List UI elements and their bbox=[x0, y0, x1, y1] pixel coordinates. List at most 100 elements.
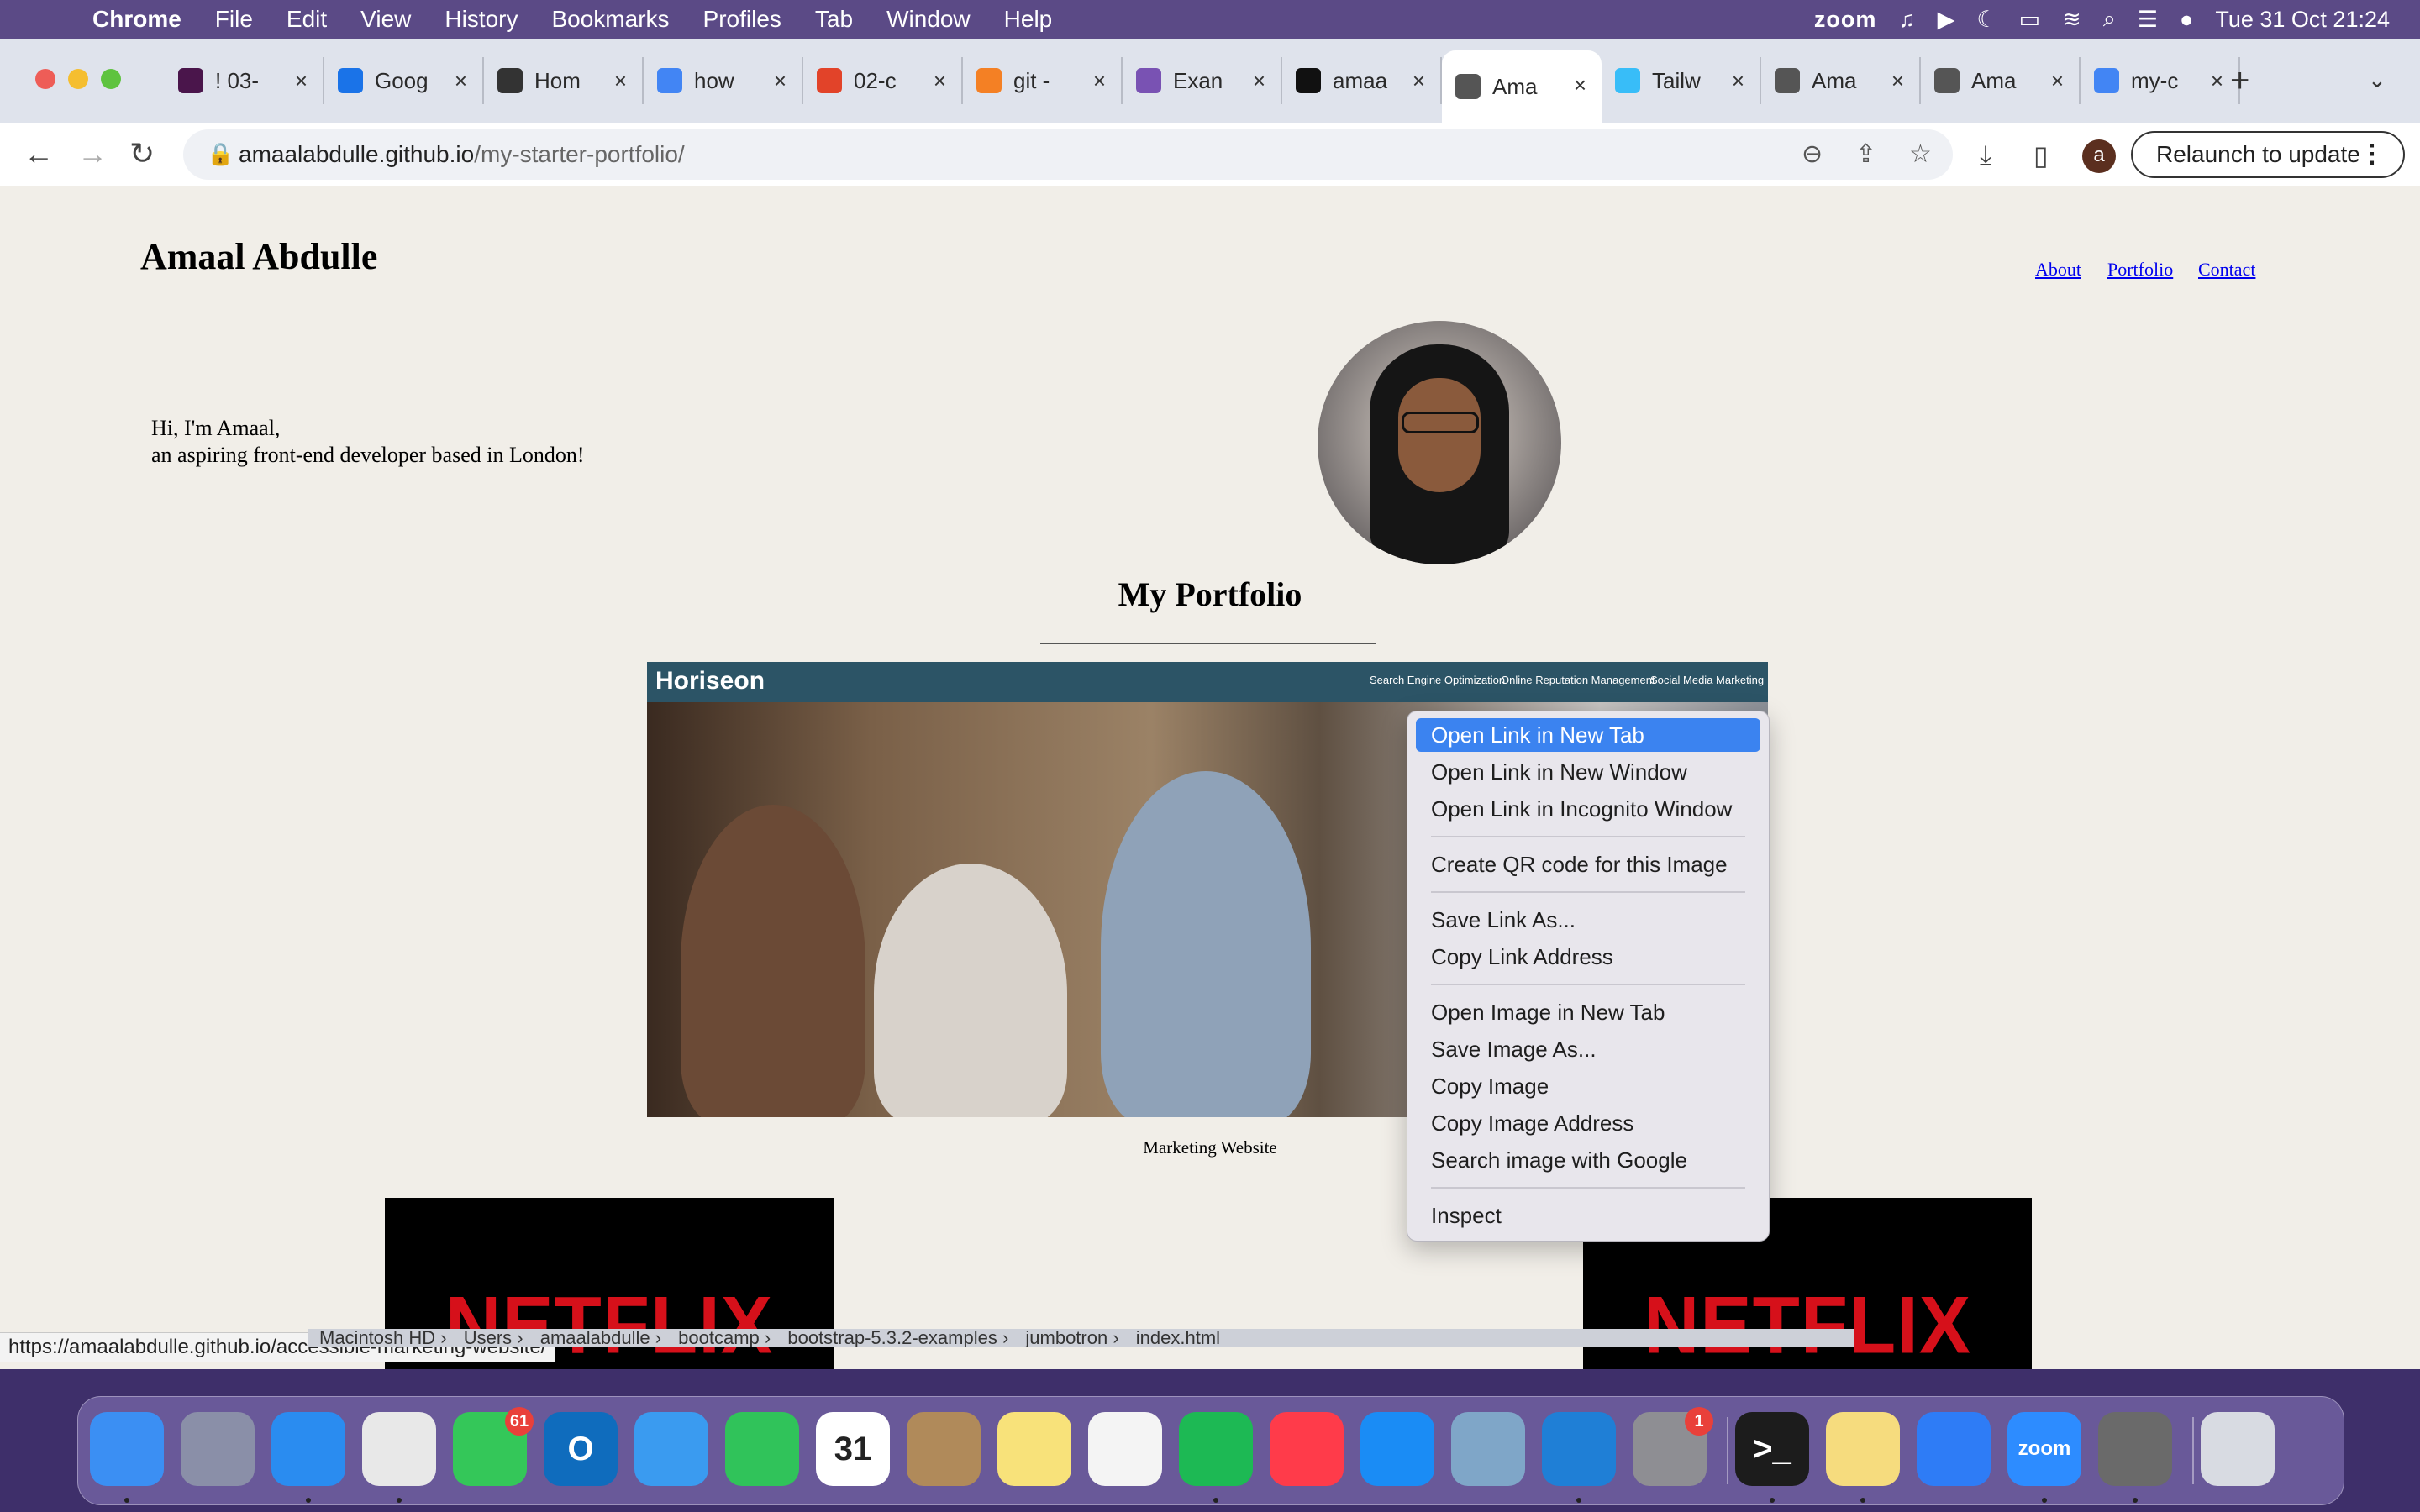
menu-window[interactable]: Window bbox=[886, 6, 971, 33]
nav-link-contact[interactable]: Contact bbox=[2198, 259, 2255, 281]
preview-icon[interactable] bbox=[1451, 1412, 1525, 1486]
browser-tab[interactable]: git - × bbox=[963, 57, 1123, 104]
menu-file[interactable]: File bbox=[215, 6, 253, 33]
moon-icon[interactable]: ☾ bbox=[1976, 7, 1996, 33]
close-tab-icon[interactable]: × bbox=[614, 68, 627, 94]
new-tab-plus-icon[interactable]: + bbox=[2230, 62, 2249, 100]
wifi-icon[interactable]: ≋ bbox=[2062, 7, 2081, 33]
menu-clock[interactable]: Tue 31 Oct 21:24 bbox=[2215, 7, 2390, 33]
path-segment[interactable]: Users bbox=[464, 1329, 512, 1347]
context-menu-item-copy-image-address[interactable]: Copy Image Address bbox=[1416, 1106, 1760, 1140]
close-tab-icon[interactable]: × bbox=[774, 68, 786, 94]
path-segment[interactable]: index.html bbox=[1136, 1329, 1220, 1347]
chrome-icon[interactable] bbox=[362, 1412, 436, 1486]
back-arrow-icon[interactable]: ← bbox=[24, 136, 54, 171]
more-menu-icon[interactable]: ⋮ bbox=[2360, 139, 2385, 169]
close-tab-icon[interactable]: × bbox=[1891, 68, 1904, 94]
download-icon[interactable]: ⤓ bbox=[1980, 139, 1991, 171]
safari-icon[interactable] bbox=[271, 1412, 345, 1486]
menu-tab[interactable]: Tab bbox=[815, 6, 853, 33]
path-segment[interactable]: bootcamp bbox=[678, 1329, 760, 1347]
context-menu-item-copy-link-address[interactable]: Copy Link Address bbox=[1416, 940, 1760, 974]
freeform-icon[interactable] bbox=[1088, 1412, 1162, 1486]
zoom-icon[interactable]: zoom bbox=[2007, 1412, 2081, 1486]
launchpad-icon[interactable] bbox=[181, 1412, 255, 1486]
close-tab-icon[interactable]: × bbox=[1413, 68, 1425, 94]
lock-icon[interactable]: 🔒 bbox=[207, 141, 234, 167]
xcode-icon[interactable] bbox=[1917, 1412, 1991, 1486]
close-tab-icon[interactable]: × bbox=[1732, 68, 1744, 94]
menu-bookmarks[interactable]: Bookmarks bbox=[551, 6, 669, 33]
calendar-icon[interactable]: 31 bbox=[816, 1412, 890, 1486]
browser-tab[interactable]: Ama × bbox=[1442, 50, 1602, 123]
context-menu-item-save-link-as[interactable]: Save Link As... bbox=[1416, 903, 1760, 937]
close-tab-icon[interactable]: × bbox=[455, 68, 467, 94]
forward-arrow-icon[interactable]: → bbox=[77, 136, 108, 171]
zoom-menu-icon[interactable]: zoom bbox=[1814, 7, 1877, 33]
vscode-icon[interactable] bbox=[1542, 1412, 1616, 1486]
menu-profiles[interactable]: Profiles bbox=[703, 6, 781, 33]
bookmark-star-icon[interactable]: ☆ bbox=[1909, 139, 1932, 169]
browser-tab[interactable]: Ama × bbox=[1921, 57, 2081, 104]
menu-help[interactable]: Help bbox=[1004, 6, 1053, 33]
context-menu-item-open-link-in-new-tab[interactable]: Open Link in New Tab bbox=[1416, 718, 1760, 752]
context-menu-item-open-link-in-incognito-window[interactable]: Open Link in Incognito Window bbox=[1416, 792, 1760, 826]
context-menu-item-search-image-with-google[interactable]: Search image with Google bbox=[1416, 1143, 1760, 1177]
browser-tab[interactable]: amaa × bbox=[1282, 57, 1442, 104]
path-segment[interactable]: Macintosh HD bbox=[319, 1329, 435, 1347]
fullscreen-window-button[interactable] bbox=[101, 69, 121, 89]
path-segment[interactable]: bootstrap-5.3.2-examples bbox=[787, 1329, 997, 1347]
context-menu-item-create-qr-code-for-this-image[interactable]: Create QR code for this Image bbox=[1416, 848, 1760, 881]
facetime-icon[interactable] bbox=[725, 1412, 799, 1486]
browser-tab[interactable]: Tailw × bbox=[1602, 57, 1761, 104]
siri-icon[interactable]: ● bbox=[2180, 7, 2193, 33]
share-icon[interactable]: ⇪ bbox=[1855, 139, 1876, 169]
spotlight-search-icon[interactable]: ⌕ bbox=[2103, 6, 2116, 33]
browser-tab[interactable]: Goog × bbox=[324, 57, 484, 104]
address-bar[interactable]: 🔒 amaalabdulle.github.io/my-starter-port… bbox=[183, 129, 1953, 180]
close-tab-icon[interactable]: × bbox=[1093, 68, 1106, 94]
browser-tab[interactable]: how × bbox=[644, 57, 803, 104]
context-menu-item-inspect[interactable]: Inspect bbox=[1416, 1199, 1760, 1232]
spotify-icon[interactable] bbox=[1179, 1412, 1253, 1486]
contacts-icon[interactable] bbox=[907, 1412, 981, 1486]
play-icon[interactable]: ▶ bbox=[1938, 7, 1955, 33]
close-window-button[interactable] bbox=[35, 69, 55, 89]
menu-view[interactable]: View bbox=[360, 6, 411, 33]
browser-tab[interactable]: my-c × bbox=[2081, 57, 2240, 104]
close-tab-icon[interactable]: × bbox=[2051, 68, 2064, 94]
context-menu-item-open-link-in-new-window[interactable]: Open Link in New Window bbox=[1416, 755, 1760, 789]
address-url[interactable]: amaalabdulle.github.io/my-starter-portfo… bbox=[239, 141, 685, 168]
profile-avatar[interactable]: a bbox=[2082, 139, 2116, 173]
battery-icon[interactable]: ▭ bbox=[2019, 7, 2041, 33]
zoom-magnifier-icon[interactable]: ⊖ bbox=[1802, 139, 1823, 169]
tab-search-chevron-icon[interactable]: ⌄ bbox=[2368, 67, 2386, 93]
airpods-icon[interactable]: ♫ bbox=[1898, 7, 1915, 33]
nav-link-portfolio[interactable]: Portfolio bbox=[2107, 259, 2173, 281]
side-panel-icon[interactable]: ▯ bbox=[2033, 139, 2049, 171]
mail-icon[interactable] bbox=[634, 1412, 708, 1486]
context-menu-item-open-image-in-new-tab[interactable]: Open Image in New Tab bbox=[1416, 995, 1760, 1029]
stickies-icon[interactable] bbox=[1826, 1412, 1900, 1486]
finder-icon[interactable] bbox=[90, 1412, 164, 1486]
menu-history[interactable]: History bbox=[445, 6, 518, 33]
minimize-window-button[interactable] bbox=[68, 69, 88, 89]
system-settings-icon[interactable]: 1 bbox=[1633, 1407, 1713, 1486]
browser-tab[interactable]: ! 03- × bbox=[165, 57, 324, 104]
messages-icon[interactable]: 61 bbox=[453, 1407, 534, 1486]
browser-tab[interactable]: Ama × bbox=[1761, 57, 1921, 104]
news-icon[interactable] bbox=[1270, 1412, 1344, 1486]
outlook-icon[interactable]: O bbox=[544, 1412, 618, 1486]
close-tab-icon[interactable]: × bbox=[1253, 68, 1265, 94]
relaunch-button[interactable]: Relaunch to update ⋮ bbox=[2131, 131, 2405, 178]
close-tab-icon[interactable]: × bbox=[2211, 68, 2223, 94]
browser-tab[interactable]: Exan × bbox=[1123, 57, 1282, 104]
control-center-icon[interactable]: ☰ bbox=[2138, 7, 2158, 33]
notes-icon[interactable] bbox=[997, 1412, 1071, 1486]
close-tab-icon[interactable]: × bbox=[934, 68, 946, 94]
nav-link-about[interactable]: About bbox=[2035, 259, 2081, 281]
browser-tab[interactable]: Hom × bbox=[484, 57, 644, 104]
menu-edit[interactable]: Edit bbox=[287, 6, 327, 33]
path-segment[interactable]: amaalabdulle bbox=[540, 1329, 650, 1347]
close-tab-icon[interactable]: × bbox=[1574, 72, 1586, 98]
